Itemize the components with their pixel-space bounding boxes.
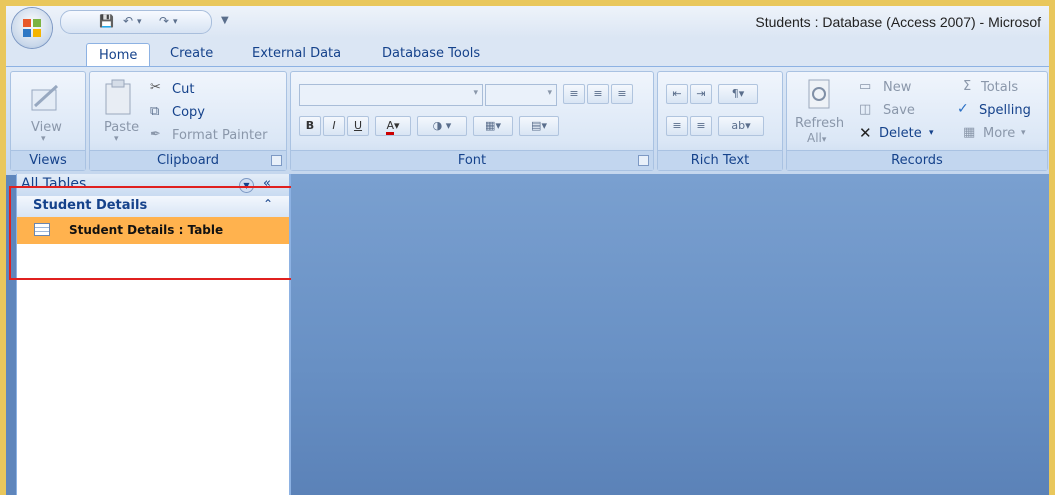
refresh-dropdown-icon: ▾	[821, 135, 827, 145]
font-size-dropdown[interactable]: ▾	[485, 84, 557, 106]
bullets-button[interactable]: ≡	[690, 116, 712, 136]
title-bar: 💾 ↶ ▾ ↷ ▾ ▼ Students : Database (Access …	[6, 6, 1049, 48]
scissors-icon: ✂	[150, 80, 161, 95]
font-name-dropdown[interactable]: ▾	[299, 84, 483, 106]
refresh-icon	[808, 79, 830, 109]
clipboard-group-label: Clipboard	[90, 150, 286, 170]
alternate-row-icon: ▤	[531, 119, 542, 132]
increase-indent-button[interactable]: ⇥	[690, 84, 712, 104]
align-right-button[interactable]: ≡	[611, 84, 633, 104]
chevron-down-icon: ▾	[547, 88, 552, 98]
paste-dropdown-icon: ▾	[114, 134, 119, 144]
clipboard-launcher-icon[interactable]	[271, 155, 282, 166]
more-dropdown-icon: ▾	[1021, 128, 1026, 138]
cut-button[interactable]: ✂ Cut	[150, 80, 230, 100]
office-button[interactable]	[12, 8, 52, 48]
underline-button[interactable]: U	[347, 116, 369, 136]
alternate-fill-button[interactable]: ▤▾	[519, 116, 559, 136]
paste-button[interactable]: Paste ▾	[96, 76, 142, 148]
spelling-check-icon: ✓	[957, 101, 969, 117]
totals-button[interactable]: Σ Totals	[963, 79, 1043, 98]
save-record-icon: ◫	[859, 102, 872, 117]
delete-record-button[interactable]: ✕ Delete ▾	[859, 124, 943, 144]
clipboard-group: Paste ▾ ✂ Cut ⧉ Copy ✒ Format Painter Cl…	[89, 71, 287, 171]
rich-text-group-label: Rich Text	[658, 150, 782, 170]
delete-x-icon: ✕	[859, 124, 872, 142]
grid-icon: ▦	[485, 119, 496, 132]
customize-toolbar-icon[interactable]: ▼	[221, 15, 229, 26]
tab-home[interactable]: Home	[86, 43, 151, 66]
undo-dropdown-icon[interactable]: ▾	[137, 17, 142, 27]
access-window: 💾 ↶ ▾ ↷ ▾ ▼ Students : Database (Access …	[6, 6, 1049, 495]
ribbon-tabs: Home Create External Data Database Tools	[6, 38, 1049, 66]
views-group: View ▾ Views	[10, 71, 86, 171]
window-title: Students : Database (Access 2007) - Micr…	[755, 14, 1041, 30]
view-button[interactable]: View ▾	[19, 76, 75, 148]
italic-button[interactable]: I	[323, 116, 345, 136]
paintbrush-icon: ✒	[150, 127, 161, 142]
chevron-down-icon: ▾	[473, 88, 478, 98]
decrease-indent-button[interactable]: ⇤	[666, 84, 688, 104]
ribbon: View ▾ Views Paste ▾ ✂ Cut ⧉ Copy ✒ Form…	[6, 66, 1049, 175]
sigma-icon: Σ	[963, 79, 972, 94]
highlight-button[interactable]: ab▾	[718, 116, 764, 136]
font-color-button[interactable]: A▾	[375, 116, 411, 136]
align-center-button[interactable]: ≡	[587, 84, 609, 104]
font-group-label: Font	[291, 150, 653, 170]
records-group: Refresh All▾ ▭ New ◫ Save ✕ Delete ▾ Σ T…	[786, 71, 1048, 171]
tab-external-data[interactable]: External Data	[252, 46, 341, 61]
font-launcher-icon[interactable]	[638, 155, 649, 166]
paragraph-direction-button[interactable]: ¶▾	[718, 84, 758, 104]
format-painter-button[interactable]: ✒ Format Painter	[150, 127, 280, 146]
copy-button[interactable]: ⧉ Copy	[150, 104, 230, 123]
records-group-label: Records	[787, 150, 1047, 170]
align-left-button[interactable]: ≡	[563, 84, 585, 104]
new-record-icon: ▭	[859, 79, 872, 94]
quick-access-toolbar: 💾 ↶ ▾ ↷ ▾ ▼	[60, 10, 229, 34]
undo-icon[interactable]: ↶	[123, 14, 133, 28]
more-button[interactable]: ▦ More ▾	[963, 125, 1043, 144]
bold-button[interactable]: B	[299, 116, 321, 136]
view-icon	[31, 84, 59, 111]
paint-bucket-icon: ◑	[432, 119, 443, 132]
more-grid-icon: ▦	[963, 125, 976, 140]
office-logo-icon	[23, 19, 41, 37]
font-color-icon: A	[386, 119, 394, 135]
redo-dropdown-icon[interactable]: ▾	[173, 17, 178, 27]
rich-text-group: ⇤ ⇥ ¶▾ ≡ ≡ ab▾ Rich Text	[657, 71, 783, 171]
delete-dropdown-icon: ▾	[929, 128, 934, 138]
view-dropdown-icon: ▾	[41, 134, 46, 144]
views-group-label: Views	[11, 150, 85, 170]
redo-icon[interactable]: ↷	[159, 14, 169, 28]
tab-create[interactable]: Create	[170, 46, 213, 61]
tab-database-tools[interactable]: Database Tools	[382, 46, 480, 61]
refresh-all-button[interactable]: Refresh All▾	[791, 76, 847, 148]
save-record-button[interactable]: ◫ Save	[859, 102, 939, 121]
spelling-button[interactable]: ✓ Spelling	[957, 101, 1045, 121]
fill-color-button[interactable]: ◑ ▾	[417, 116, 467, 136]
font-group: ▾ ▾ ≡ ≡ ≡ B I U A▾ ◑ ▾ ▦▾ ▤▾ Font	[290, 71, 654, 171]
document-workspace	[291, 174, 1049, 495]
copy-icon: ⧉	[150, 104, 160, 119]
gridlines-button[interactable]: ▦▾	[473, 116, 513, 136]
save-icon[interactable]: 💾	[99, 14, 114, 28]
paste-icon	[105, 79, 131, 115]
new-record-button[interactable]: ▭ New	[859, 79, 939, 98]
highlight-box	[9, 186, 325, 280]
numbering-button[interactable]: ≡	[666, 116, 688, 136]
